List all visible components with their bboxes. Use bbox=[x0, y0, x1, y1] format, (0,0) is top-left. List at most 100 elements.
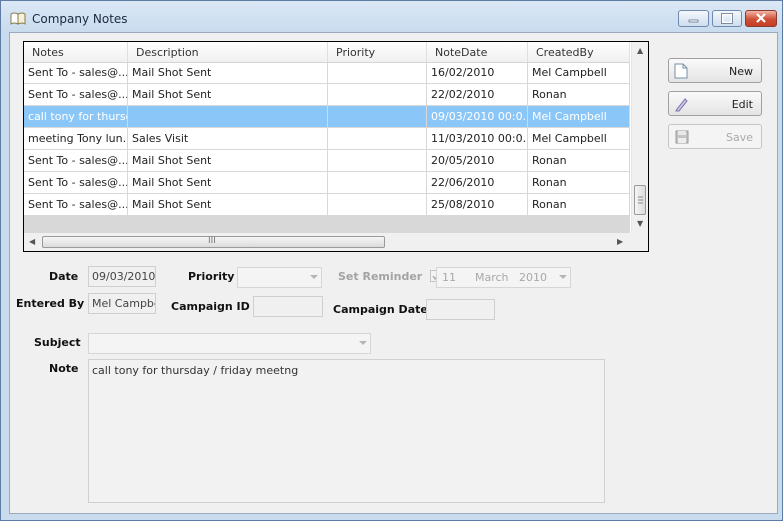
grip-icon bbox=[638, 196, 643, 204]
column-header-description[interactable]: Description bbox=[128, 42, 328, 62]
cell-priority bbox=[328, 194, 427, 215]
floppy-disk-icon bbox=[675, 130, 689, 144]
cell-notes: call tony for thursd... bbox=[24, 106, 128, 127]
cell-description: Mail Shot Sent bbox=[128, 172, 328, 193]
cell-notedate: 22/02/2010 bbox=[427, 84, 528, 105]
table-row[interactable]: Sent To - sales@... Mail Shot Sent 25/08… bbox=[24, 194, 630, 216]
cell-priority bbox=[328, 128, 427, 149]
cell-notedate: 16/02/2010 bbox=[427, 62, 528, 83]
column-header-createdby[interactable]: CreatedBy bbox=[528, 42, 630, 62]
vertical-scrollbar[interactable]: ▲ ▼ bbox=[631, 42, 648, 233]
entered-by-field[interactable]: Mel Campbell bbox=[88, 293, 156, 314]
priority-label: Priority bbox=[188, 270, 235, 283]
campaign-date-label: Campaign Date bbox=[333, 303, 428, 316]
chevron-down-icon bbox=[310, 275, 318, 279]
company-notes-window: Company Notes Notes Description Priority… bbox=[0, 0, 783, 521]
new-button-label: New bbox=[729, 65, 753, 78]
subject-dropdown[interactable] bbox=[88, 333, 371, 354]
grid-header: Notes Description Priority NoteDate Crea… bbox=[24, 42, 630, 63]
column-header-notes[interactable]: Notes bbox=[24, 42, 128, 62]
cell-priority bbox=[328, 172, 427, 193]
maximize-button[interactable] bbox=[712, 10, 742, 27]
date-field[interactable]: 09/03/2010 0 bbox=[88, 266, 156, 287]
edit-button[interactable]: Edit bbox=[668, 91, 762, 116]
cell-createdby: Mel Campbell bbox=[528, 128, 630, 149]
campaign-id-field[interactable] bbox=[253, 296, 323, 317]
cell-createdby: Mel Campbell bbox=[528, 62, 630, 83]
close-button[interactable] bbox=[745, 10, 777, 27]
reminder-month: March bbox=[475, 271, 509, 284]
cell-notes: Sent To - sales@... bbox=[24, 172, 128, 193]
scroll-up-arrow-icon[interactable]: ▲ bbox=[637, 47, 643, 55]
new-button[interactable]: New bbox=[668, 58, 762, 83]
title-bar[interactable]: Company Notes bbox=[1, 1, 782, 34]
minimize-button[interactable] bbox=[678, 10, 709, 27]
pencil-icon bbox=[675, 98, 688, 112]
set-reminder-label: Set Reminder bbox=[338, 270, 423, 283]
table-row[interactable]: Sent To - sales@... Mail Shot Sent 20/05… bbox=[24, 150, 630, 172]
close-icon bbox=[756, 13, 766, 23]
chevron-down-icon bbox=[559, 275, 567, 279]
cell-notes: meeting Tony lun... bbox=[24, 128, 128, 149]
campaign-id-label: Campaign ID bbox=[171, 300, 250, 313]
cell-createdby: Ronan bbox=[528, 194, 630, 215]
cell-notedate: 25/08/2010 bbox=[427, 194, 528, 215]
cell-priority bbox=[328, 106, 427, 127]
reminder-day: 11 bbox=[442, 271, 456, 284]
cell-priority bbox=[328, 150, 427, 171]
cell-notedate: 09/03/2010 00:0... bbox=[427, 106, 528, 127]
cell-createdby: Ronan bbox=[528, 150, 630, 171]
table-row-selected[interactable]: call tony for thursd... 09/03/2010 00:0.… bbox=[24, 106, 630, 128]
scroll-down-arrow-icon[interactable]: ▼ bbox=[637, 220, 643, 228]
subject-label: Subject bbox=[34, 336, 81, 349]
table-row[interactable]: meeting Tony lun... Sales Visit 11/03/20… bbox=[24, 128, 630, 150]
table-row[interactable]: Sent To - sales@... Mail Shot Sent 22/06… bbox=[24, 172, 630, 194]
cell-description: Mail Shot Sent bbox=[128, 62, 328, 83]
cell-notes: Sent To - sales@... bbox=[24, 194, 128, 215]
vertical-scroll-thumb[interactable] bbox=[634, 185, 646, 215]
reminder-year: 2010 bbox=[519, 271, 547, 284]
cell-description: Mail Shot Sent bbox=[128, 194, 328, 215]
cell-description bbox=[128, 106, 328, 127]
table-row[interactable]: Sent To - sales@... Mail Shot Sent 22/02… bbox=[24, 84, 630, 106]
notes-book-icon bbox=[10, 12, 26, 25]
grid-empty-area bbox=[24, 216, 630, 233]
save-button-label: Save bbox=[725, 131, 753, 144]
date-label: Date bbox=[49, 270, 79, 283]
maximize-icon bbox=[721, 13, 733, 24]
window-title: Company Notes bbox=[32, 12, 128, 26]
scrollbar-corner bbox=[631, 233, 648, 251]
note-textarea[interactable]: call tony for thursday / friday meetng bbox=[88, 359, 605, 503]
cell-createdby: Ronan bbox=[528, 172, 630, 193]
reminder-date-picker[interactable]: 11 March 2010 bbox=[436, 267, 571, 288]
cell-notedate: 20/05/2010 bbox=[427, 150, 528, 171]
notes-grid[interactable]: Notes Description Priority NoteDate Crea… bbox=[23, 41, 649, 252]
cell-notes: Sent To - sales@... bbox=[24, 150, 128, 171]
cell-createdby: Ronan bbox=[528, 84, 630, 105]
edit-button-label: Edit bbox=[731, 98, 753, 111]
cell-notes: Sent To - sales@... bbox=[24, 62, 128, 83]
cell-priority bbox=[328, 84, 427, 105]
horizontal-scrollbar[interactable]: ◀ III ▶ bbox=[24, 233, 631, 251]
column-header-notedate[interactable]: NoteDate bbox=[427, 42, 528, 62]
horizontal-scroll-thumb[interactable]: III bbox=[42, 236, 385, 248]
save-button[interactable]: Save bbox=[668, 124, 762, 149]
client-area: Notes Description Priority NoteDate Crea… bbox=[9, 32, 778, 514]
cell-notedate: 11/03/2010 00:0... bbox=[427, 128, 528, 149]
note-label: Note bbox=[49, 362, 79, 375]
priority-dropdown[interactable] bbox=[237, 267, 322, 288]
column-header-priority[interactable]: Priority bbox=[328, 42, 427, 62]
table-row[interactable]: Sent To - sales@... Mail Shot Sent 16/02… bbox=[24, 62, 630, 84]
cell-createdby: Mel Campbell bbox=[528, 106, 630, 127]
scroll-right-arrow-icon[interactable]: ▶ bbox=[617, 238, 623, 246]
entered-by-label: Entered By bbox=[16, 297, 85, 310]
chevron-down-icon bbox=[359, 341, 367, 345]
new-document-icon bbox=[674, 63, 688, 79]
minimize-icon bbox=[688, 19, 699, 23]
scroll-thumb-grip: III bbox=[208, 236, 216, 246]
campaign-date-field[interactable] bbox=[426, 299, 495, 320]
cell-priority bbox=[328, 62, 427, 83]
cell-notedate: 22/06/2010 bbox=[427, 172, 528, 193]
cell-notes: Sent To - sales@... bbox=[24, 84, 128, 105]
scroll-left-arrow-icon[interactable]: ◀ bbox=[29, 238, 35, 246]
